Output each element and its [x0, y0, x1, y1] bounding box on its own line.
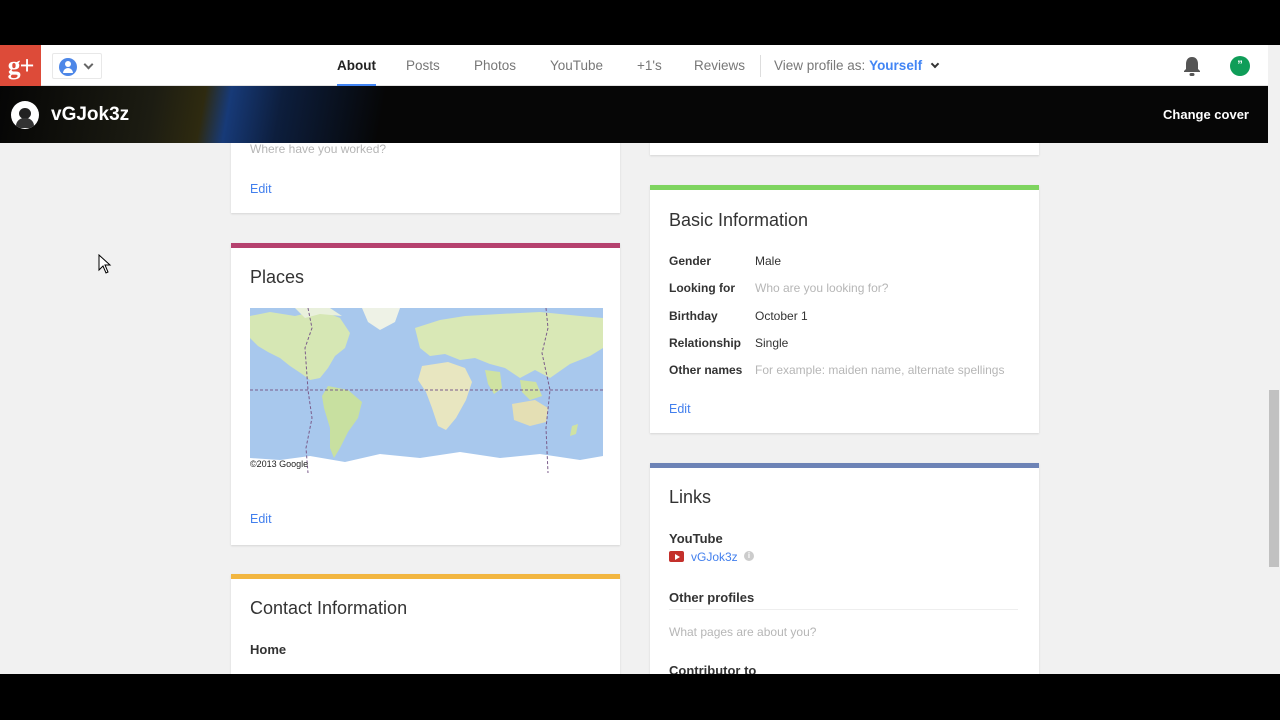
youtube-icon	[669, 551, 684, 562]
contributor-label: Contributor to	[669, 663, 757, 674]
places-card: Places ©2013 Google Edit	[231, 243, 620, 545]
info-icon[interactable]: i	[744, 551, 754, 561]
scrollbar-thumb[interactable]	[1269, 390, 1279, 567]
work-placeholder: Where have you worked?	[250, 142, 387, 156]
profile-page: Where have you worked? Edit Places ©2013…	[0, 45, 1280, 674]
view-profile-as[interactable]: View profile as: Yourself	[774, 45, 940, 87]
basic-info-card: Basic Information Gender Male Looking fo…	[650, 185, 1039, 433]
tab-photos[interactable]: Photos	[474, 45, 516, 86]
profile-cover-bar: vGJok3z Change cover	[0, 86, 1280, 143]
row-label: Relationship	[669, 336, 742, 350]
row-label: Looking for	[669, 281, 735, 295]
world-map[interactable]: ©2013 Google	[250, 308, 603, 473]
tab-plus-ones[interactable]: +1's	[637, 45, 662, 86]
view-as-value[interactable]: Yourself	[869, 58, 922, 73]
links-title: Links	[669, 487, 712, 507]
other-profiles-placeholder: What pages are about you?	[669, 625, 817, 639]
basic-edit-link[interactable]: Edit	[669, 402, 691, 416]
chevron-down-icon	[930, 59, 940, 69]
mouse-cursor-icon	[98, 253, 112, 279]
row-label: Birthday	[669, 309, 718, 323]
row-value: October 1	[755, 309, 808, 323]
profile-avatar[interactable]	[11, 101, 39, 129]
notification-bell-icon[interactable]	[1183, 56, 1201, 76]
places-title: Places	[250, 267, 305, 287]
youtube-channel-link[interactable]: vGJok3z	[691, 550, 738, 564]
top-navigation-bar: g+ About Posts Photos YouTube +1's Revie…	[0, 45, 1280, 86]
row-value: Male	[755, 254, 782, 268]
chevron-down-icon	[83, 59, 94, 70]
tab-posts[interactable]: Posts	[406, 45, 440, 86]
account-avatar-icon	[59, 58, 77, 76]
places-edit-link[interactable]: Edit	[250, 512, 272, 526]
work-edit-link[interactable]: Edit	[250, 182, 272, 196]
map-credit: ©2013 Google	[250, 459, 309, 469]
links-accent-bar	[650, 463, 1039, 468]
tab-about[interactable]: About	[337, 45, 376, 86]
hangouts-icon[interactable]: ”	[1230, 56, 1250, 76]
row-value: For example: maiden name, alternate spel…	[755, 363, 1005, 377]
row-label: Gender	[669, 254, 712, 268]
contact-card: Contact Information Home	[231, 574, 620, 674]
profile-name: vGJok3z	[51, 104, 130, 125]
row-value: Single	[755, 336, 789, 350]
basic-accent-bar	[650, 185, 1039, 190]
youtube-label: YouTube	[669, 531, 723, 546]
links-card: Links YouTube vGJok3z i Other profiles W…	[650, 463, 1039, 674]
contact-home-label: Home	[250, 642, 287, 657]
contact-accent-bar	[231, 574, 620, 579]
basic-info-title: Basic Information	[669, 210, 809, 230]
google-plus-logo[interactable]: g+	[0, 45, 41, 86]
view-as-label: View profile as:	[774, 58, 866, 73]
contact-title: Contact Information	[250, 598, 408, 618]
other-profiles-divider	[669, 609, 1018, 610]
row-label: Other names	[669, 363, 743, 377]
tab-youtube[interactable]: YouTube	[550, 45, 603, 86]
scrollbar[interactable]	[1268, 45, 1280, 674]
nav-divider	[760, 55, 761, 77]
row-value: Who are you looking for?	[755, 281, 889, 295]
change-cover-button[interactable]: Change cover	[1163, 86, 1249, 143]
other-profiles-label: Other profiles	[669, 590, 755, 605]
account-switcher[interactable]	[52, 53, 102, 79]
tab-reviews[interactable]: Reviews	[694, 45, 745, 86]
places-accent-bar	[231, 243, 620, 248]
work-card: Where have you worked? Edit	[231, 135, 620, 213]
